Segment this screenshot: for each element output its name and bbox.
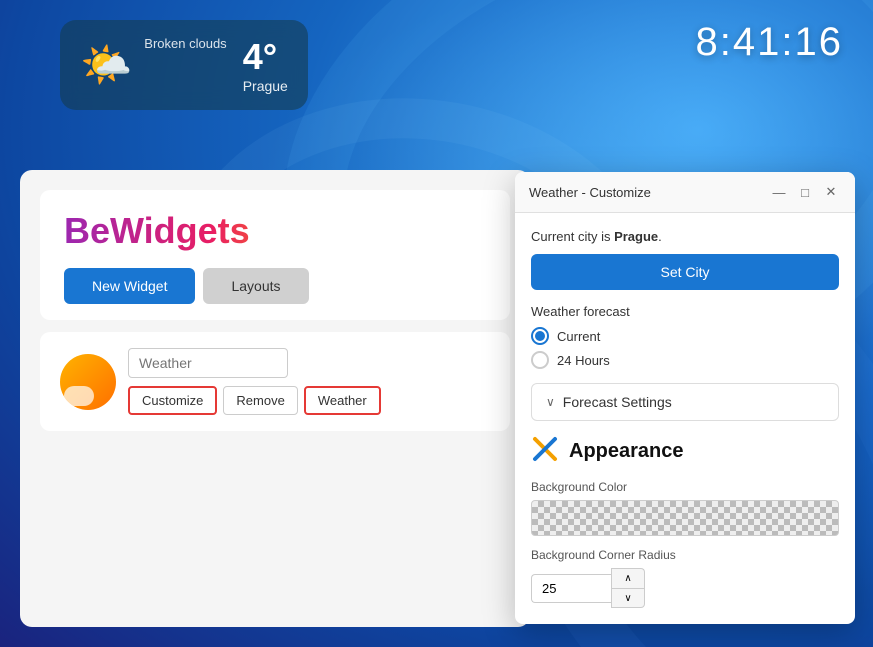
radio-24hours xyxy=(531,351,549,369)
appearance-icon-container xyxy=(531,435,559,468)
app-logo: BeWidgets xyxy=(64,210,486,252)
appearance-title: Appearance xyxy=(569,440,684,463)
logo-area: BeWidgets New Widget Layouts xyxy=(40,190,510,320)
current-city-suffix: . xyxy=(658,229,662,244)
forecast-options: Current 24 Hours xyxy=(531,327,839,369)
titlebar-controls: — □ ✕ xyxy=(769,182,841,202)
corner-radius-input[interactable] xyxy=(531,574,611,603)
widget-actions: Customize Remove Weather xyxy=(128,386,490,415)
appearance-x-icon xyxy=(531,435,559,463)
weather-widget-top: 🌤️ Broken clouds 4° Prague xyxy=(60,20,308,110)
bg-corner-label: Background Corner Radius xyxy=(531,548,839,562)
weather-info: Broken clouds 4° Prague xyxy=(144,36,288,94)
clock: 8:41:16 xyxy=(696,20,843,65)
bg-color-label: Background Color xyxy=(531,480,839,494)
forecast-settings-label: Forecast Settings xyxy=(563,394,672,410)
layouts-button[interactable]: Layouts xyxy=(203,268,308,304)
weather-temperature: 4° xyxy=(243,36,288,78)
current-city-info: Current city is Prague. xyxy=(531,229,839,244)
customize-panel: Weather - Customize — □ ✕ Current city i… xyxy=(515,172,855,624)
weather-icon: 🌤️ xyxy=(80,41,132,90)
forecast-current-label: Current xyxy=(557,329,600,344)
widget-name-input[interactable] xyxy=(128,348,288,378)
app-main-buttons: New Widget Layouts xyxy=(64,268,486,304)
panel-titlebar: Weather - Customize — □ ✕ xyxy=(515,172,855,213)
maximize-button[interactable]: □ xyxy=(795,182,815,202)
current-city-name: Prague xyxy=(614,229,658,244)
chevron-down-icon: ∨ xyxy=(546,395,555,409)
weather-description: Broken clouds xyxy=(144,36,226,51)
new-widget-button[interactable]: New Widget xyxy=(64,268,195,304)
stepper-buttons: ∧ ∨ xyxy=(611,568,645,608)
appearance-section: Appearance xyxy=(531,435,839,468)
current-city-label: Current city is xyxy=(531,229,614,244)
color-picker[interactable] xyxy=(531,500,839,536)
app-inner: BeWidgets New Widget Layouts Customize R… xyxy=(20,170,530,627)
corner-radius-up-button[interactable]: ∧ xyxy=(611,568,645,588)
forecast-label: Weather forecast xyxy=(531,304,839,319)
weather-city: Prague xyxy=(243,78,288,94)
panel-body: Current city is Prague. Set City Weather… xyxy=(515,213,855,624)
app-container: BeWidgets New Widget Layouts Customize R… xyxy=(20,170,530,627)
forecast-settings-button[interactable]: ∨ Forecast Settings xyxy=(531,383,839,421)
customize-button[interactable]: Customize xyxy=(128,386,217,415)
forecast-24hours-label: 24 Hours xyxy=(557,353,610,368)
remove-button[interactable]: Remove xyxy=(223,386,297,415)
panel-title: Weather - Customize xyxy=(529,185,651,200)
set-city-button[interactable]: Set City xyxy=(531,254,839,290)
minimize-button[interactable]: — xyxy=(769,182,789,202)
corner-radius-control: ∧ ∨ xyxy=(531,568,839,608)
forecast-option-current[interactable]: Current xyxy=(531,327,839,345)
widget-list-item: Customize Remove Weather xyxy=(40,332,510,431)
radio-current xyxy=(531,327,549,345)
widget-type-button[interactable]: Weather xyxy=(304,386,381,415)
forecast-option-24hours[interactable]: 24 Hours xyxy=(531,351,839,369)
corner-radius-down-button[interactable]: ∨ xyxy=(611,588,645,608)
widget-item-info: Customize Remove Weather xyxy=(128,348,490,415)
close-button[interactable]: ✕ xyxy=(821,182,841,202)
widget-item-icon xyxy=(60,354,116,410)
